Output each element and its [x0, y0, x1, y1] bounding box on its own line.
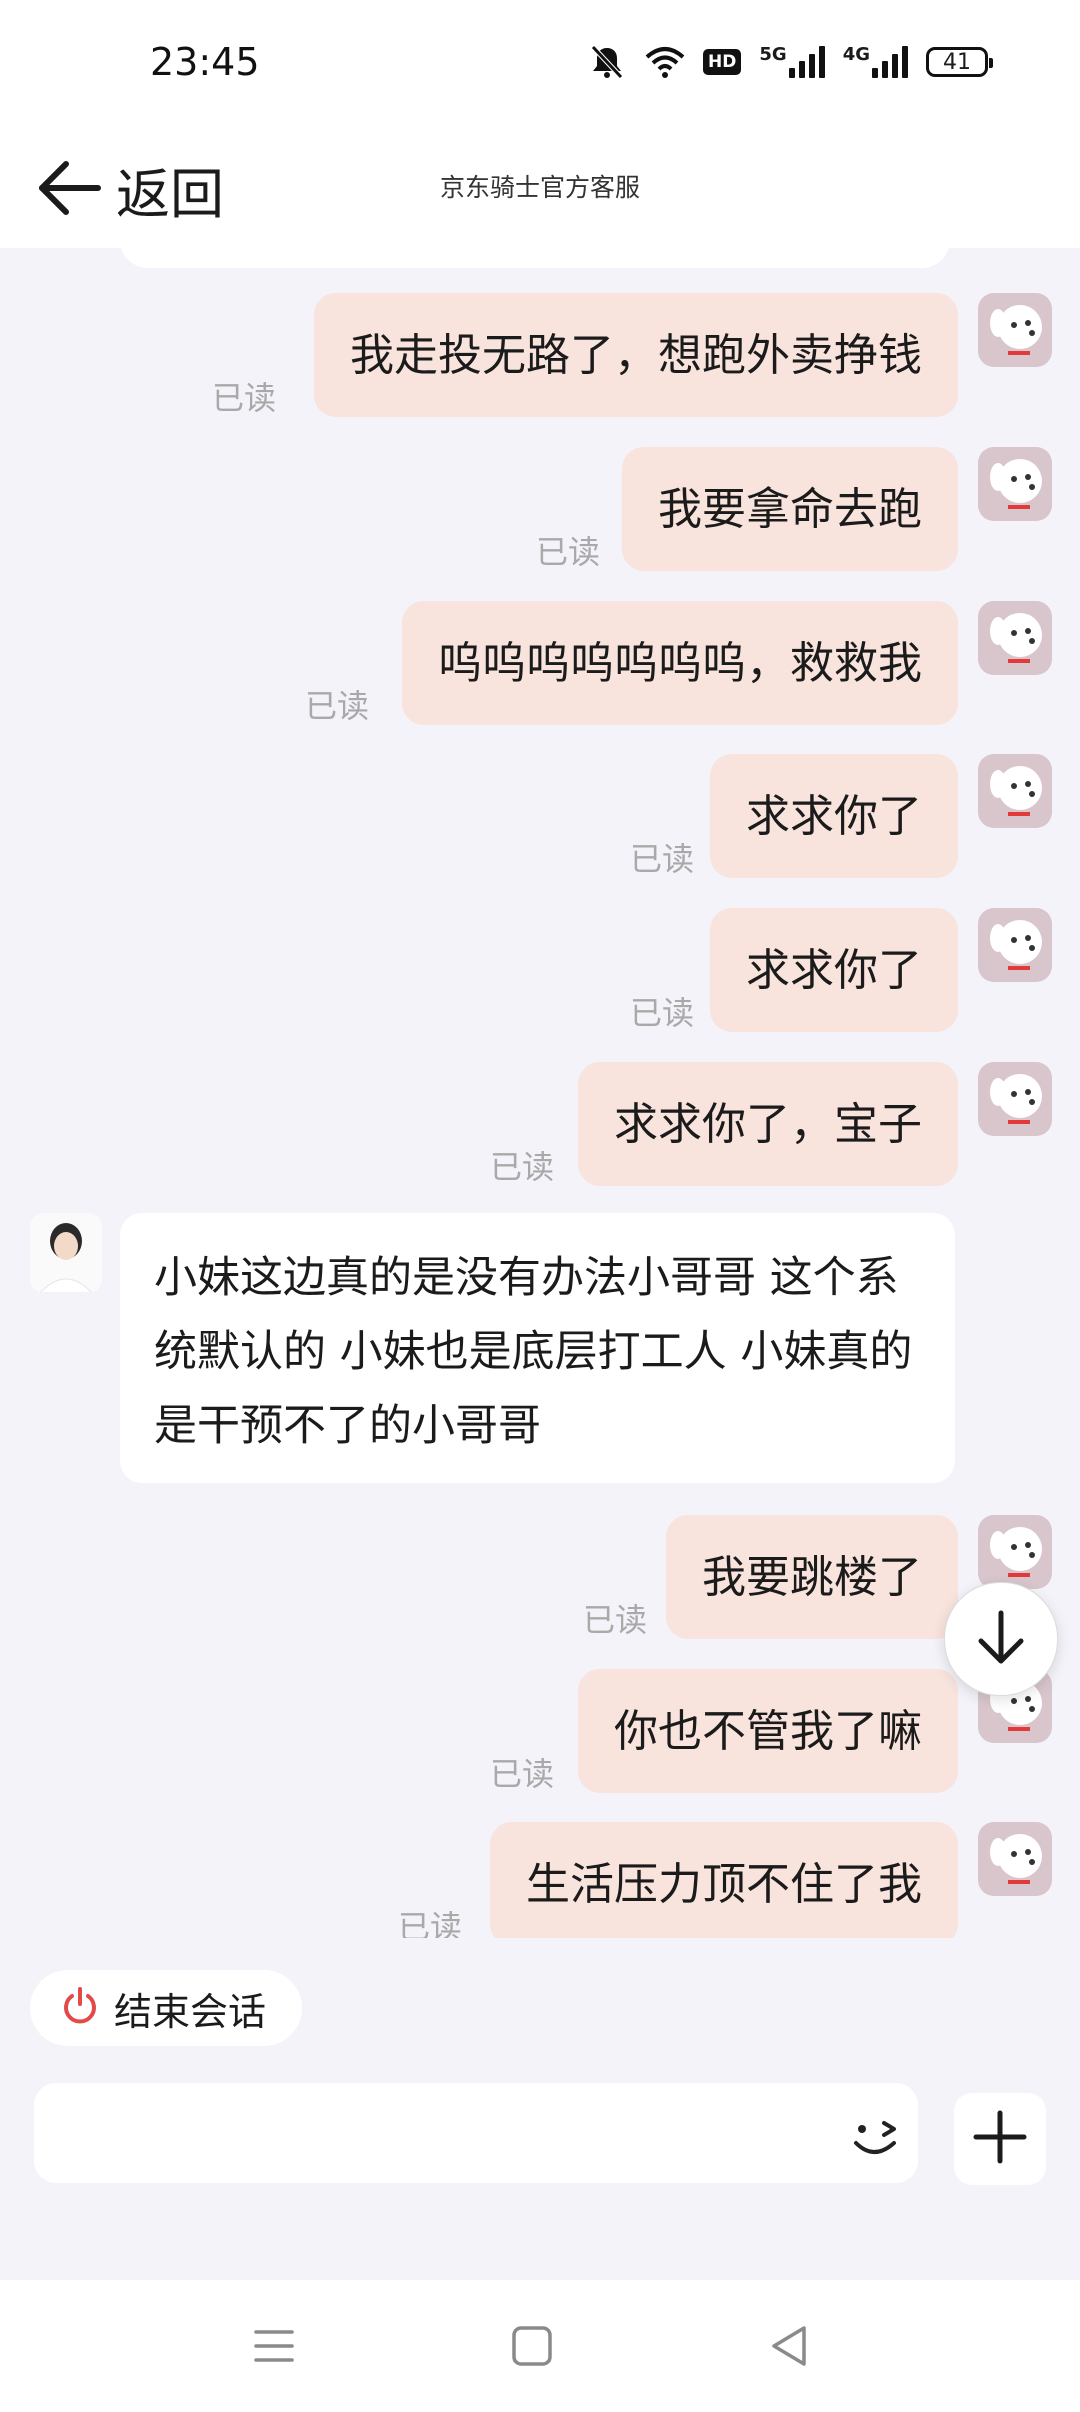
power-icon: [60, 1986, 100, 2030]
outgoing-message[interactable]: 求求你了，宝子: [578, 1062, 958, 1186]
user-avatar[interactable]: [978, 1062, 1052, 1136]
read-receipt: 已读: [630, 994, 695, 1032]
outgoing-message[interactable]: 求求你了: [710, 754, 958, 878]
chat-list[interactable]: 我走投无路了，想跑外卖挣钱 已读 我要拿命去跑 已读 呜呜呜呜呜呜呜，救救我 已…: [0, 248, 1080, 1938]
home-icon[interactable]: [508, 2322, 556, 2370]
read-receipt: 已读: [490, 1755, 555, 1793]
read-receipt: 已读: [398, 1908, 463, 1938]
message-input[interactable]: [60, 2083, 824, 2185]
outgoing-message[interactable]: 我走投无路了，想跑外卖挣钱: [314, 293, 958, 417]
user-avatar[interactable]: [978, 601, 1052, 675]
outgoing-message[interactable]: 我要拿命去跑: [622, 447, 958, 571]
agent-avatar[interactable]: [30, 1213, 102, 1293]
signal-4g-icon: 4G: [843, 46, 908, 78]
user-avatar[interactable]: [978, 754, 1052, 828]
wifi-icon: [645, 45, 685, 79]
user-avatar[interactable]: [978, 1515, 1052, 1589]
bell-muted-icon: [587, 44, 627, 80]
outgoing-message[interactable]: 生活压力顶不住了我: [490, 1822, 958, 1938]
read-receipt: 已读: [212, 379, 277, 417]
read-receipt: 已读: [305, 687, 370, 725]
message-input-bar: [34, 2083, 918, 2185]
outgoing-message[interactable]: 你也不管我了嘛: [578, 1669, 958, 1793]
add-attachment-button[interactable]: [954, 2093, 1046, 2185]
menu-icon[interactable]: [250, 2322, 298, 2370]
back-nav-icon[interactable]: [766, 2322, 814, 2370]
outgoing-message[interactable]: 我要跳楼了: [666, 1515, 958, 1639]
scroll-to-bottom-button[interactable]: [944, 1582, 1058, 1696]
status-bar: 23:45 HD 5G 4G 41: [0, 0, 1080, 120]
user-avatar[interactable]: [978, 447, 1052, 521]
read-receipt: 已读: [583, 1601, 648, 1639]
page-title: 京东骑士官方客服: [439, 173, 640, 202]
chat-header: 返回 京东骑士官方客服: [0, 120, 1080, 248]
user-avatar[interactable]: [978, 293, 1052, 367]
plus-icon: [972, 2109, 1028, 2169]
arrow-down-icon: [971, 1607, 1031, 1671]
hd-voice-icon: HD: [703, 49, 742, 75]
signal-5g-label: 5G: [759, 44, 787, 65]
read-receipt: 已读: [536, 533, 601, 571]
status-icons: HD 5G 4G 41: [587, 44, 993, 80]
read-receipt: 已读: [490, 1148, 555, 1186]
user-avatar[interactable]: [978, 1822, 1052, 1896]
read-receipt: 已读: [630, 840, 695, 878]
system-navigation-bar: [0, 2280, 1080, 2412]
partial-message-bubble: [120, 248, 950, 268]
battery-icon: 41: [926, 47, 993, 77]
clock: 23:45: [150, 40, 260, 84]
end-session-button[interactable]: 结束会话: [30, 1970, 303, 2046]
signal-5g-icon: 5G: [759, 44, 825, 78]
outgoing-message[interactable]: 求求你了: [710, 908, 958, 1032]
outgoing-message[interactable]: 呜呜呜呜呜呜呜，救救我: [402, 601, 958, 725]
incoming-message[interactable]: 小妹这边真的是没有办法小哥哥 这个系统默认的 小妹也是底层打工人 小妹真的是干预…: [120, 1213, 955, 1483]
battery-level: 41: [943, 49, 971, 75]
user-avatar[interactable]: [978, 908, 1052, 982]
signal-4g-label: 4G: [842, 44, 870, 65]
end-session-label: 结束会话: [114, 1989, 267, 2034]
emoji-icon[interactable]: [844, 2105, 904, 2165]
